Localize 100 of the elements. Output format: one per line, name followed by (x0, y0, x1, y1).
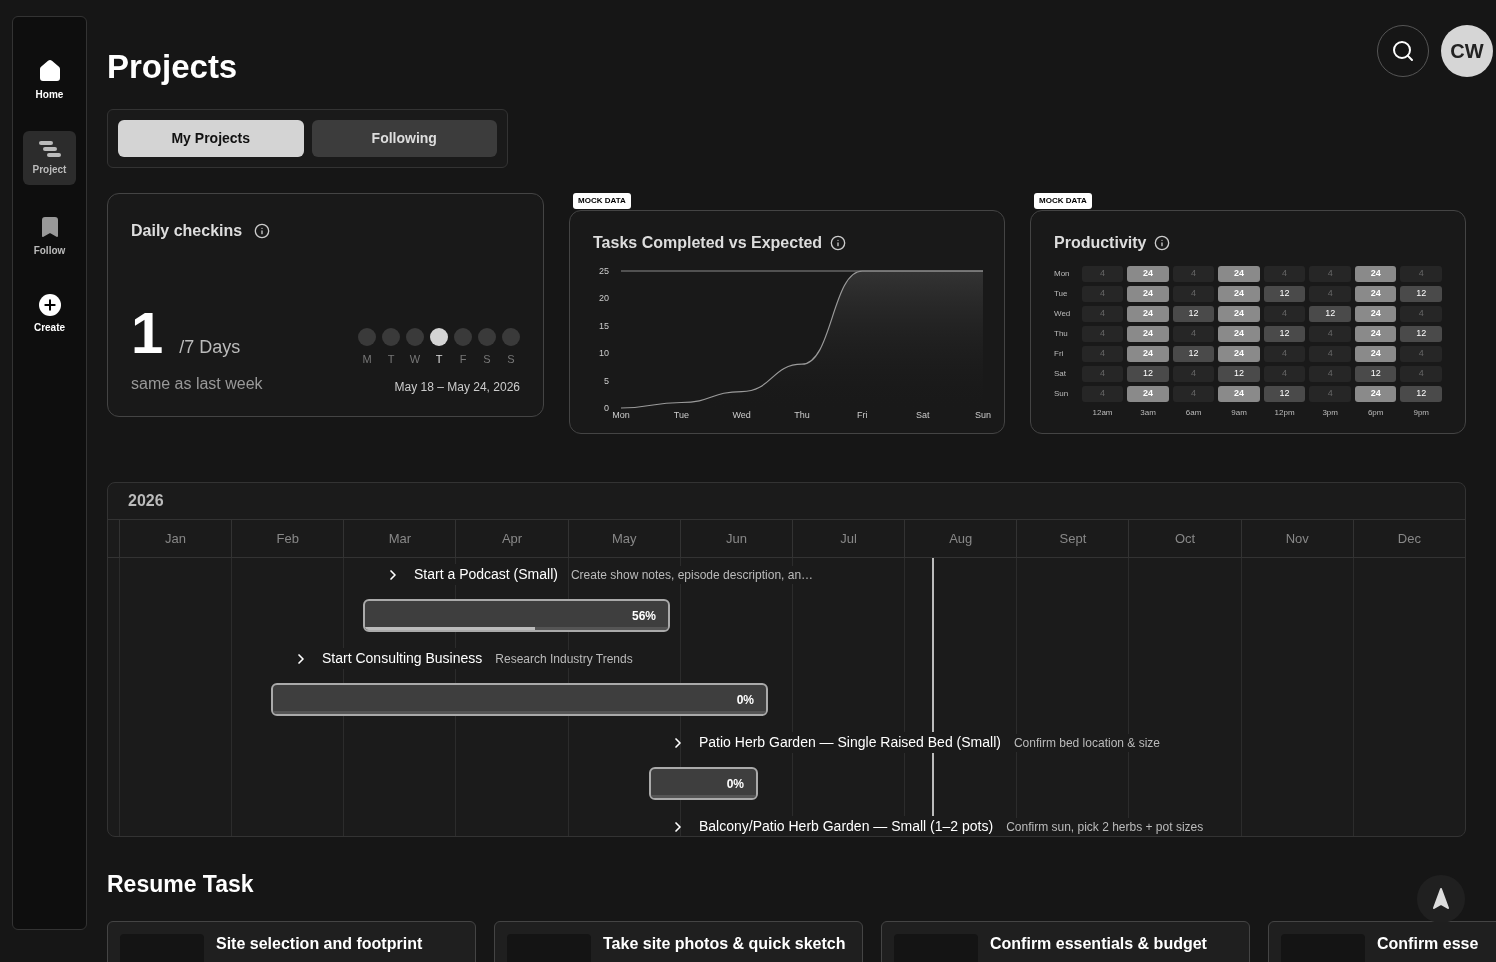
heatmap-cell: 24 (1354, 326, 1397, 342)
heatmap-cell: 4 (1081, 386, 1124, 402)
heatmap-cell: 24 (1218, 306, 1260, 322)
day-letter: F (459, 351, 467, 367)
info-icon (1154, 235, 1171, 251)
heatmap-cell: 4 (1081, 266, 1124, 282)
project-name[interactable]: Balcony/Patio Herb Garden — Small (1–2 pots) (699, 816, 994, 836)
x-tick-label: Mon (612, 410, 630, 420)
x-tick-label: Tue (673, 410, 689, 420)
task-card[interactable]: Confirm esse (1268, 921, 1496, 962)
heatmap-cell: 24 (1218, 386, 1260, 402)
tab[interactable]: My Projects (118, 120, 304, 157)
heatmap-cell: 4 (1172, 286, 1215, 302)
heatmap-cell: 12 (1400, 326, 1442, 342)
card-title: Productivity (1054, 233, 1147, 253)
heatmap-cell: 24 (1354, 386, 1397, 402)
day-label: Sun (1054, 388, 1070, 400)
nav-item[interactable]: Follow (23, 209, 76, 263)
day-letter: M (362, 351, 372, 367)
month-label: Jan (165, 529, 187, 548)
heatmap-cell: 24 (1218, 286, 1260, 302)
checkin-count: 1 (131, 304, 164, 362)
date-range: May 18 – May 24, 2026 (394, 379, 520, 396)
heatmap-cell: 24 (1218, 326, 1260, 342)
y-tick-label: 0 (604, 403, 609, 413)
heatmap-cell: 4 (1263, 366, 1306, 382)
day-letter: T (435, 351, 443, 367)
hour-label: 12pm (1273, 407, 1296, 419)
month-label: Dec (1397, 529, 1421, 548)
nav-item[interactable]: Project (23, 131, 76, 185)
month-label: Aug (949, 529, 973, 548)
info-icon (830, 235, 847, 251)
hour-label: 6am (1184, 407, 1203, 419)
y-tick-label: 5 (604, 375, 609, 386)
month-label: Jun (725, 529, 747, 548)
y-tick-label: 15 (599, 320, 609, 331)
nav-item[interactable]: Create (23, 287, 76, 341)
info-icon (254, 223, 271, 239)
home-icon (37, 58, 62, 83)
hour-label: 9pm (1412, 407, 1430, 419)
plus-icon (38, 293, 61, 316)
heatmap-cell: 4 (1172, 386, 1215, 402)
search-icon (1391, 39, 1415, 63)
mock-data-badge: MOCK DATA (573, 193, 631, 209)
heatmap-cell: 12 (1400, 386, 1442, 402)
project-name[interactable]: Start a Podcast (Small) (414, 564, 558, 585)
progress-bar[interactable]: 56% (363, 599, 670, 632)
x-tick-label: Fri (857, 410, 868, 420)
heatmap-cell: 4 (1081, 346, 1124, 362)
heatmap-cell: 24 (1127, 266, 1169, 282)
comparison-text: same as last week (131, 374, 263, 394)
project-name[interactable]: Patio Herb Garden — Single Raised Bed (Small) (699, 732, 1001, 753)
heatmap-cell: 4 (1081, 326, 1124, 342)
task-name: Confirm sun, pick 2 herbs + pot sizes (1006, 817, 1204, 836)
nav-item[interactable]: Home (23, 53, 76, 107)
heatmap-cell: 12 (1400, 286, 1442, 302)
project-name[interactable]: Start Consulting Business (322, 648, 483, 669)
heatmap-cell: 24 (1354, 306, 1397, 322)
heatmap-cell: 24 (1354, 286, 1397, 302)
x-tick-label: Wed (732, 410, 751, 420)
heatmap-cell: 4 (1263, 306, 1306, 322)
heatmap-cell: 24 (1127, 386, 1169, 402)
month-label: Jul (840, 529, 857, 548)
year-label: 2026 (128, 491, 164, 511)
scroll-top-button[interactable] (1417, 875, 1465, 923)
heatmap-cell: 24 (1218, 346, 1260, 362)
heatmap-cell: 12 (1218, 366, 1260, 382)
day-label: Thu (1054, 328, 1069, 340)
heatmap-cell: 12 (1263, 386, 1306, 402)
month-label: Mar (388, 529, 412, 548)
heatmap-cell: 24 (1218, 266, 1260, 282)
day-label: Wed (1054, 308, 1072, 320)
section-title: Resume Task (107, 873, 254, 896)
heatmap-cell: 4 (1263, 346, 1306, 362)
heatmap-cell: 24 (1127, 326, 1169, 342)
y-tick-label: 10 (599, 348, 609, 359)
heatmap-cell: 12 (1172, 346, 1215, 362)
tab[interactable]: Following (311, 120, 497, 157)
y-tick-label: 20 (599, 293, 609, 304)
x-tick-label: Thu (794, 410, 810, 420)
month-label: Feb (276, 529, 299, 548)
heatmap-cell: 4 (1263, 266, 1306, 282)
day-letter: S (507, 351, 515, 367)
task-title: Site selection and footprint (216, 934, 423, 954)
task-card[interactable]: Take site photos & quick sketch (494, 921, 863, 962)
task-card[interactable]: Site selection and footprint (107, 921, 476, 962)
task-name: Research Industry Trends (495, 649, 633, 668)
month-label: Nov (1285, 529, 1309, 548)
day-letter: T (387, 351, 395, 367)
day-label: Sat (1054, 368, 1067, 380)
day-label: Fri (1054, 348, 1065, 360)
user-avatar[interactable]: CW (1441, 25, 1493, 77)
page-title: Projects (107, 50, 238, 83)
hour-label: 9am (1230, 407, 1248, 419)
heatmap-cell: 12 (1263, 326, 1306, 342)
heatmap-cell: 12 (1309, 306, 1351, 322)
day-letter: S (483, 351, 491, 367)
task-card[interactable]: Confirm essentials & budget (881, 921, 1250, 962)
task-name: Confirm bed location & size (1013, 733, 1160, 752)
task-name: Create show notes, episode description, an… (570, 565, 814, 584)
